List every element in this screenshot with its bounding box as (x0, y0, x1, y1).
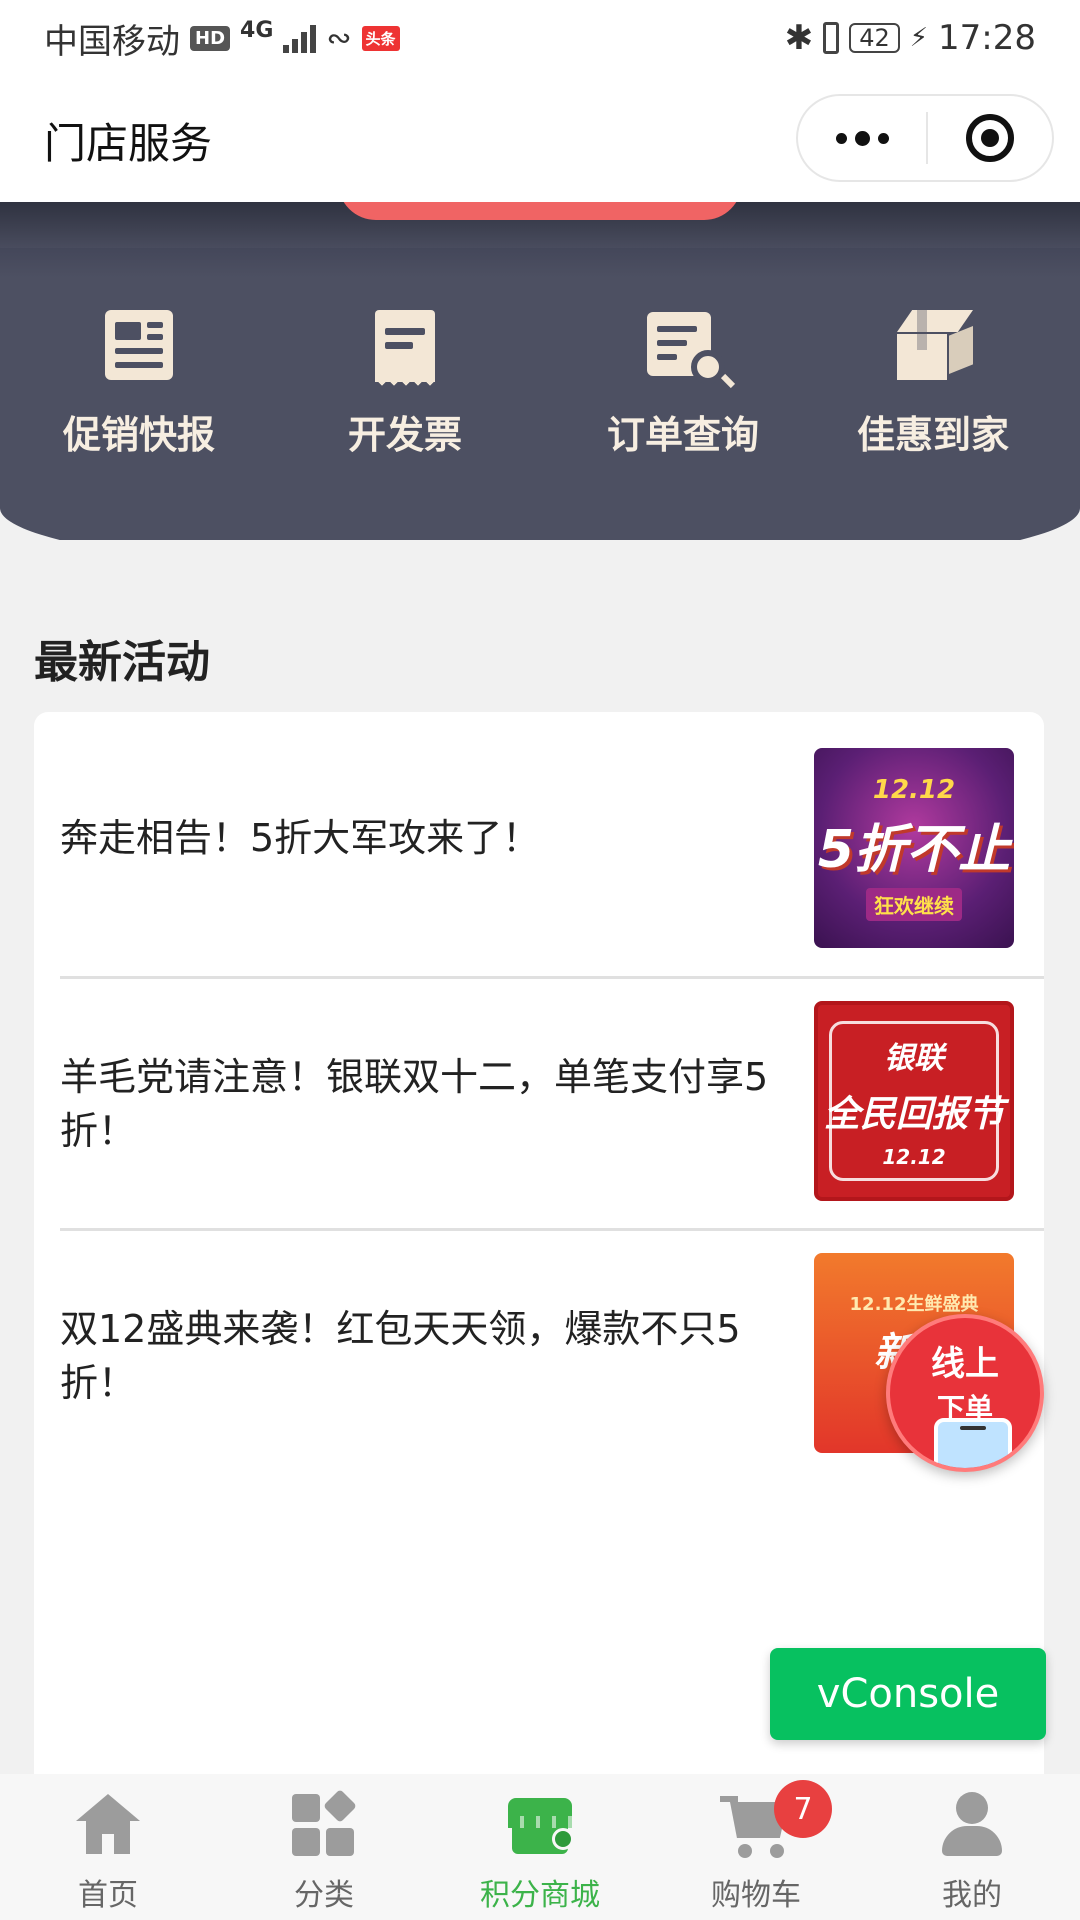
category-icon (288, 1788, 360, 1860)
thumb-text: 12.12生鲜盛典 (849, 1294, 979, 1315)
tab-label: 首页 (78, 1878, 138, 1913)
cart-count-badge: 7 (774, 1780, 832, 1838)
news-title: 奔走相告！5折大军攻来了！ (60, 816, 541, 860)
thumb-text: 12.12 (872, 775, 956, 805)
user-icon (936, 1788, 1008, 1860)
quick-menu-item-invoice[interactable]: 开发票 (290, 310, 520, 459)
more-dot-icon (854, 130, 870, 146)
tab-home[interactable]: 首页 (0, 1774, 216, 1920)
thumb-text: 全民回报节 (824, 1094, 1005, 1135)
news-item[interactable]: 羊毛党请注意！银联双十二，单笔支付享5折！ 银联 全民回报节 12.12 (60, 976, 1044, 1228)
thumb-text: 5折不止 (817, 820, 1011, 880)
mini-program-capsule (796, 94, 1054, 182)
thumb-text: 银联 (884, 1041, 944, 1076)
tab-label: 积分商城 (480, 1878, 600, 1913)
order-search-icon (647, 310, 725, 384)
service-banner: 促销快报 开发票 订单查询 佳惠到家 (0, 202, 1080, 540)
tab-cart[interactable]: 7 购物车 (648, 1774, 864, 1920)
quick-menu-label: 开发票 (347, 413, 462, 457)
battery-indicator: 42 (849, 23, 900, 53)
package-box-icon (897, 310, 973, 382)
quick-menu-label: 订单查询 (606, 413, 759, 457)
more-dot-icon (877, 132, 889, 144)
status-left: 中国移动 HD 4G ∾ 头条 (44, 14, 400, 63)
news-title: 羊毛党请注意！银联双十二，单笔支付享5折！ (60, 1054, 769, 1153)
news-list: 奔走相告！5折大军攻来了！ 12.12 5折不止 狂欢继续 羊毛党请注意！银联双… (34, 712, 1044, 1812)
more-button[interactable] (798, 96, 926, 180)
points-mall-icon (504, 1788, 576, 1860)
tab-label: 购物车 (711, 1878, 801, 1913)
nav-bar: 门店服务 (0, 76, 1080, 202)
quick-menu-item-promotions[interactable]: 促销快报 (24, 310, 254, 459)
thumb-text: 狂欢继续 (866, 888, 962, 921)
news-item[interactable]: 奔走相告！5折大军攻来了！ 12.12 5折不止 狂欢继续 (60, 712, 1044, 964)
more-dot-icon (835, 132, 847, 144)
banner-shade (0, 248, 1080, 278)
newspaper-icon (103, 310, 175, 382)
news-thumbnail: 银联 全民回报节 12.12 (814, 1001, 1014, 1201)
quick-menu-item-home-delivery[interactable]: 佳惠到家 (818, 310, 1048, 459)
section-title: 最新活动 (34, 637, 210, 688)
page-title: 门店服务 (44, 119, 213, 168)
target-close-icon (966, 114, 1014, 162)
clock: 17:28 (938, 18, 1036, 58)
banner-red-button-edge[interactable] (338, 202, 742, 220)
tab-points-mall[interactable]: 积分商城 (432, 1774, 648, 1920)
news-thumbnail: 12.12 5折不止 狂欢继续 (814, 748, 1014, 948)
tab-bar: 首页 分类 积分商城 7 购物车 我的 (0, 1774, 1080, 1920)
online-order-label: 线上 (931, 1344, 999, 1384)
tab-label: 我的 (942, 1878, 1002, 1913)
tab-label: 分类 (294, 1878, 354, 1913)
wifi-icon: ∾ (326, 20, 352, 56)
carrier-name: 中国移动 (44, 21, 180, 62)
vconsole-button[interactable]: vConsole (770, 1648, 1046, 1740)
news-app-badge: 头条 (361, 25, 400, 51)
online-order-button[interactable]: 线上 下单 (886, 1314, 1044, 1472)
bluetooth-icon: ✱ (784, 18, 814, 58)
hd-badge: HD (190, 25, 231, 51)
status-right: ✱ 42 ⚡ 17:28 (785, 18, 1036, 58)
quick-menu-label: 促销快报 (62, 413, 215, 457)
quick-menu-label: 佳惠到家 (856, 413, 1009, 457)
vibrate-icon (823, 22, 840, 54)
phone-icon (934, 1418, 1012, 1468)
network-type: 4G (240, 17, 274, 43)
tab-category[interactable]: 分类 (216, 1774, 432, 1920)
close-button[interactable] (928, 96, 1052, 180)
charging-icon: ⚡ (909, 23, 929, 53)
signal-icon (283, 23, 317, 53)
news-title: 双12盛典来袭！红包天天领，爆款不只5折！ (60, 1306, 741, 1405)
tab-mine[interactable]: 我的 (864, 1774, 1080, 1920)
home-icon (72, 1788, 144, 1860)
receipt-icon (369, 310, 441, 390)
status-bar: 中国移动 HD 4G ∾ 头条 ✱ 42 ⚡ 17:28 (0, 0, 1080, 76)
thumb-text: 12.12 (882, 1145, 946, 1169)
quick-menu-item-order-query[interactable]: 订单查询 (568, 310, 798, 459)
